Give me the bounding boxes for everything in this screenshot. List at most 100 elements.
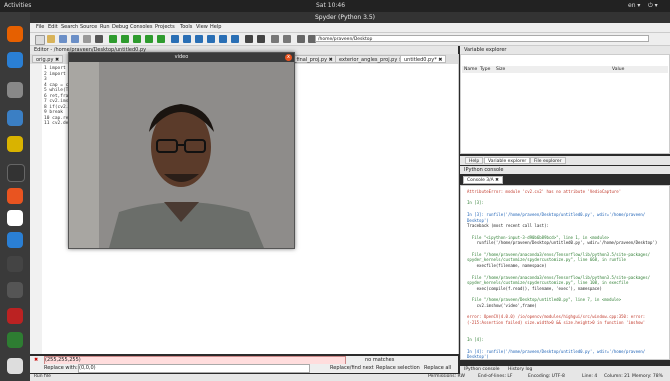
step-into-icon[interactable] [195,35,203,43]
console-title: IPython console [464,167,504,173]
back-arrow-icon[interactable] [297,35,305,43]
find-match-count: no matches [365,357,395,363]
tab-help[interactable]: Help [465,157,484,164]
console-bottom-tabs: IPython console History log [460,366,670,374]
console-line: In [4]: [467,337,484,343]
close-icon[interactable]: x [285,54,292,61]
tab-history-log[interactable]: History log [508,367,532,372]
console-line: File "/home/praveen/anaconda3/envs/Tenso… [467,251,651,257]
menu-projects[interactable]: Projects [155,24,175,30]
libreoffice-writer-icon[interactable] [7,110,23,126]
menu-search[interactable]: Search [61,24,78,30]
tab-variable-explorer[interactable]: Variable explorer [484,157,531,164]
settings-icon[interactable] [7,256,23,272]
list-icon[interactable] [95,35,103,43]
run-icon[interactable] [109,35,117,43]
debug-icon[interactable] [171,35,179,43]
menu-run[interactable]: Run [100,24,110,30]
step-icon[interactable] [183,35,191,43]
help-icon[interactable] [7,232,23,248]
replace-all-button[interactable]: Replace all [424,365,451,371]
webcam-frame [69,62,294,248]
run-cell-icon[interactable] [121,35,129,43]
replace-find-next-button[interactable]: Replace/find next [330,365,374,371]
open-file-icon[interactable] [47,35,55,43]
working-directory-input[interactable]: /home/praveen/Desktop [315,35,649,42]
continue-icon[interactable] [219,35,227,43]
console-line: In [4]: runfile('/home/praveen/Desktop/u… [467,348,646,354]
spyder-icon[interactable] [7,308,23,324]
preferences-icon[interactable] [83,35,91,43]
console-line: cv2.imshow('video',frame) [467,303,537,308]
tab-untitled0[interactable]: untitled0.py* ✖ [400,55,447,63]
variable-explorer-header: Variable explorer [460,46,670,54]
amazon-icon[interactable] [7,210,23,226]
tab-final-proj[interactable]: t_final_proj.py ✖ [288,55,337,63]
tab-ipython-console[interactable]: IPython console [464,367,500,372]
console-line: File "/home/praveen/Desktop/untitled0.py… [467,297,622,303]
run-cell-advance-icon[interactable] [133,35,141,43]
right-pane-tabs: Help Variable explorer File explorer [460,156,670,165]
tab-file-explorer[interactable]: File explorer [530,157,566,164]
console-line: In [3]: [467,200,484,206]
col-size[interactable]: Size [496,67,505,72]
replace-input[interactable]: (0,0,0) [78,364,310,373]
window-titlebar: Spyder (Python 3.5) [30,12,670,23]
status-column: Column: 21 [604,374,630,379]
status-message: Run file [34,374,51,379]
tab-orig[interactable]: orig.py ✖ [32,55,64,63]
system-clock[interactable]: Sat 10:46 [316,2,345,9]
replace-selection-button[interactable]: Replace selection [376,365,420,371]
menu-bar: File Edit Search Source Run Debug Consol… [30,23,670,33]
menu-file[interactable]: File [36,24,44,30]
menu-debug[interactable]: Debug [112,24,128,30]
show-apps-icon[interactable] [7,358,23,374]
run-selection-icon[interactable] [145,35,153,43]
ipython-console[interactable]: AttributeError: module 'cv2.cv2' has no … [460,185,670,360]
console-line: In [3]: runfile('/home/praveen/Desktop/u… [467,211,646,217]
menu-edit[interactable]: Edit [48,24,58,30]
terminal-icon[interactable] [7,164,25,182]
menu-consoles[interactable]: Consoles [130,24,152,30]
install-icon[interactable] [7,282,23,298]
maximize-pane-icon[interactable] [245,35,253,43]
menu-view[interactable]: View [196,24,208,30]
step-return-icon[interactable] [207,35,215,43]
console-line: Traceback (most recent call last): [467,223,549,229]
console-line: Desktop') [467,217,489,223]
python-path-icon[interactable] [283,35,291,43]
tab-exterior-angles[interactable]: exterior_angles_proj.py ✖ [335,55,408,63]
console-line: (-215:Assertion failed) size.width>0 && … [467,320,646,326]
variable-explorer-title: Variable explorer [464,47,507,53]
activities-button[interactable]: Activities [4,2,31,9]
col-value[interactable]: Value [612,67,624,72]
files-icon[interactable] [7,332,23,348]
video-window[interactable]: video x [68,52,295,249]
tab-console[interactable]: Console 3/A ✖ [463,176,503,184]
thunderbird-icon[interactable] [7,52,23,68]
save-icon[interactable] [59,35,67,43]
menu-source[interactable]: Source [80,24,97,30]
status-bar: Run file Permissions: RW End-of-lines: L… [30,374,670,381]
rerun-icon[interactable] [157,35,165,43]
console-line: spyder_kernels/customize/spydercustomize… [467,257,626,263]
new-file-icon[interactable] [35,35,45,45]
rhythmbox-icon[interactable] [7,82,23,98]
stop-debug-icon[interactable] [231,35,239,43]
replace-label: Replace with: [44,365,78,371]
power-menu-icon[interactable]: ⏻ ▾ [648,2,658,10]
software-center-icon[interactable] [7,188,23,204]
language-indicator[interactable]: en ▾ [628,2,640,9]
close-find-icon[interactable]: ✖ [34,357,38,363]
save-all-icon[interactable] [71,35,79,43]
chrome-icon[interactable] [7,136,23,152]
menu-help[interactable]: Help [210,24,221,30]
tools-icon[interactable] [271,35,279,43]
webcam-image [69,62,294,248]
fullscreen-icon[interactable] [257,35,265,43]
console-line: spyder_kernels/customize/spydercustomize… [467,280,629,286]
firefox-icon[interactable] [7,26,23,42]
menu-tools[interactable]: Tools [180,24,192,30]
col-name[interactable]: Name [464,67,477,72]
col-type[interactable]: Type [480,67,490,72]
